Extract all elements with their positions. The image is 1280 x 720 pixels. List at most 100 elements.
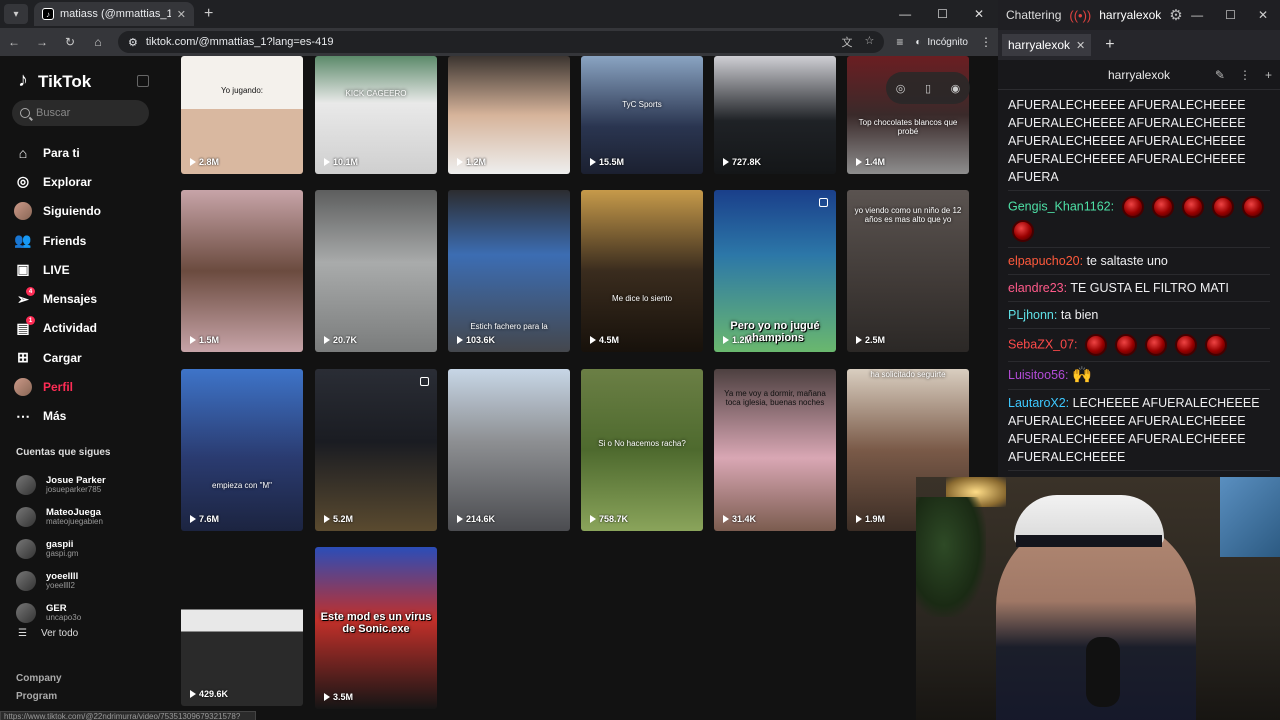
address-bar[interactable]: ⚙ tiktok.com/@mmattias_1?lang=es-419 文 ☆	[118, 31, 885, 53]
chat-author[interactable]: PLjhonn:	[1008, 308, 1057, 322]
browser-menu-icon[interactable]: ⋮	[980, 35, 992, 49]
minimize-icon[interactable]: —	[899, 7, 911, 21]
nav-label: Para ti	[43, 145, 80, 160]
video-tile[interactable]: 20.7K	[315, 190, 437, 352]
nav-item-m-s[interactable]: ⋯ Más	[14, 402, 164, 431]
reload-icon[interactable]: ↻	[62, 35, 78, 49]
nav-item-friends[interactable]: 👥 Friends	[14, 226, 164, 255]
search-input[interactable]: Buscar	[12, 100, 149, 126]
sidebar: TikTok Buscar ⌂ Para ti ◎ Explorar Siguiendo…	[0, 56, 256, 720]
chat-author[interactable]: SebaZX_07:	[1008, 337, 1078, 351]
video-tile[interactable]: TyC Sports 15.5M	[581, 56, 703, 174]
chat-menu-icon[interactable]: ⋮	[1239, 68, 1251, 82]
back-icon[interactable]: ←	[6, 35, 22, 49]
close-window-icon[interactable]: ✕	[974, 7, 984, 21]
red-button-emote-icon	[1114, 334, 1137, 356]
phone-icon[interactable]: ▯	[925, 82, 931, 95]
following-account[interactable]: GER uncapo3o	[16, 597, 166, 629]
browser-tab[interactable]: ♪ matiass (@mmattias_1) | TikTok ✕	[34, 2, 194, 26]
video-caption: Estich fachero para la	[470, 322, 548, 331]
search-placeholder: Buscar	[36, 107, 71, 119]
chat-author[interactable]: elandre23:	[1008, 281, 1067, 295]
video-tile[interactable]: Si o No hacemos racha? 758.7K	[581, 369, 703, 531]
nav-item-cargar[interactable]: ⊞ Cargar	[14, 343, 164, 372]
maximize-icon[interactable]: ☐	[937, 7, 948, 21]
see-all-link[interactable]: ☰ Ver todo	[18, 628, 78, 639]
video-caption: TyC Sports	[622, 100, 662, 109]
video-caption: Yo jugando:	[221, 86, 263, 95]
collapse-sidebar-icon[interactable]	[137, 75, 149, 87]
media-controls-icon[interactable]: ≡	[896, 35, 903, 49]
video-tile[interactable]: Este mod es un virus de Sonic.exe 3.5M	[315, 547, 437, 709]
site-info-icon[interactable]: ⚙	[128, 36, 138, 49]
video-grid: Yo jugando: 2.8M KICK CAGEERO 10.1M 1.2M TyC …	[181, 56, 971, 720]
nav-item-explorar[interactable]: ◎ Explorar	[14, 167, 164, 196]
chat-author[interactable]: Gengis_Khan1162:	[1008, 199, 1114, 213]
chat-tab[interactable]: harryalexok ✕	[1002, 34, 1092, 56]
view-count-value: 2.8M	[199, 157, 220, 167]
video-tile[interactable]: KICK CAGEERO 10.1M	[315, 56, 437, 174]
chat-author[interactable]: LautaroX2:	[1008, 396, 1069, 410]
see-all-label: Ver todo	[40, 628, 79, 639]
play-icon	[190, 515, 196, 523]
tiktok-logo[interactable]: TikTok	[16, 69, 91, 92]
compass-small-icon[interactable]: ◎	[896, 82, 906, 95]
following-account[interactable]: MateoJuega mateojuegabien	[16, 501, 166, 533]
sticker-icon[interactable]: ◉	[951, 82, 961, 95]
chat-close-icon[interactable]: ✕	[1258, 8, 1268, 22]
chat-author[interactable]: elpapucho20:	[1008, 254, 1083, 268]
video-tile[interactable]: Pero yo no jugué champions 1.2M	[714, 190, 836, 352]
add-chat-tab-button[interactable]: +	[1105, 36, 1114, 54]
nav-item-actividad[interactable]: ▤ 1 Actividad	[14, 314, 164, 343]
view-count-value: 758.7K	[599, 514, 629, 524]
close-chat-tab-icon[interactable]: ✕	[1076, 39, 1085, 52]
video-tile[interactable]: yo viendo como un niño de 12 años es mas…	[847, 190, 969, 352]
video-tile[interactable]: Estich fachero para la 103.6K	[448, 190, 570, 352]
gear-icon[interactable]: ⚙	[1169, 6, 1182, 24]
nav-item-perfil[interactable]: Perfil	[14, 372, 164, 401]
compass-icon: ◎	[16, 173, 30, 190]
live-broadcast-icon: ((•))	[1069, 7, 1092, 23]
video-tile[interactable]: 727.8K	[714, 56, 836, 174]
chat-minimize-icon[interactable]: —	[1191, 8, 1203, 22]
nav-item-mensajes[interactable]: ➢ 4 Mensajes	[14, 284, 164, 313]
footer-link-program[interactable]: Program	[16, 688, 62, 706]
chat-message: Gengis_Khan1162:	[1008, 191, 1270, 248]
pencil-icon[interactable]: ✎	[1215, 68, 1225, 82]
following-account[interactable]: gaspii gaspi.gm	[16, 533, 166, 565]
video-tile[interactable]: 1.2M	[448, 56, 570, 174]
chat-author[interactable]: Luisitoo56:	[1008, 368, 1068, 382]
new-tab-button[interactable]: +	[204, 5, 213, 23]
video-tile[interactable]: Me dice lo siento 4.5M	[581, 190, 703, 352]
tab-search-button[interactable]: ▾	[4, 4, 28, 24]
video-tile[interactable]: 214.6K	[448, 369, 570, 531]
play-icon	[457, 158, 463, 166]
chat-messages: AFUERALECHEEEE AFUERALECHEEEE AFUERALECH…	[998, 90, 1280, 473]
video-tile[interactable]: empieza con "M" 7.6M	[181, 369, 303, 531]
play-icon	[590, 336, 596, 344]
forward-icon[interactable]: →	[34, 35, 50, 49]
translate-icon[interactable]: 文	[841, 34, 852, 50]
chat-add-icon[interactable]: +	[1265, 68, 1272, 82]
video-tile[interactable]: Yo jugando: 2.8M	[181, 56, 303, 174]
nav-item-para-ti[interactable]: ⌂ Para ti	[14, 138, 164, 167]
video-tile[interactable]: 429.6K	[181, 582, 303, 706]
multi-photo-icon	[420, 377, 429, 386]
view-count-value: 1.9M	[865, 514, 886, 524]
video-tile[interactable]: Ya me voy a dormir, mañana toca iglesia,…	[714, 369, 836, 531]
incognito-indicator[interactable]: ◐ Incógnito	[915, 37, 968, 48]
live-icon: ▣	[16, 261, 30, 278]
following-account[interactable]: yoeellll yoeellll2	[16, 565, 166, 597]
chat-maximize-icon[interactable]: ☐	[1225, 8, 1236, 22]
video-tile[interactable]: 5.2M	[315, 369, 437, 531]
footer-link-company[interactable]: Company	[16, 670, 62, 688]
bookmark-star-icon[interactable]: ☆	[864, 34, 874, 50]
video-tile[interactable]: 1.5M	[181, 190, 303, 352]
close-tab-icon[interactable]: ✕	[177, 8, 186, 21]
nav-item-siguiendo[interactable]: Siguiendo	[14, 197, 164, 226]
view-count: 429.6K	[190, 689, 228, 699]
following-account[interactable]: Josue Parker josueparker785	[16, 469, 166, 501]
home-button-icon[interactable]: ⌂	[90, 35, 106, 49]
nav-item-live[interactable]: ▣ LIVE	[14, 255, 164, 284]
red-button-emote-icon	[1151, 196, 1174, 218]
